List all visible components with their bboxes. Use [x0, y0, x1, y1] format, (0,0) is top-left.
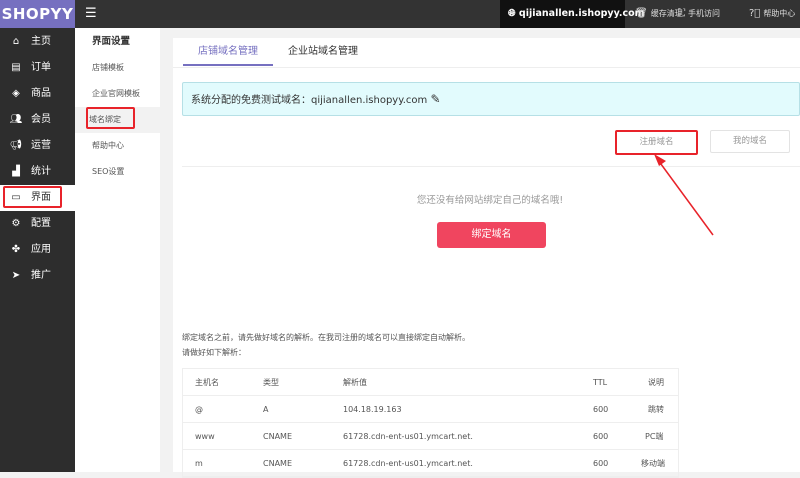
top-bar: ☰ 🌐︎ qijianallen.ishopyy.com 🗑︎ 缓存清理 ⛶ 手机访… [75, 0, 800, 28]
submenu: 界面设置 店铺模板 企业官网模板 域名绑定 帮助中心 SEO设置 [75, 28, 160, 472]
tab-divider [173, 67, 800, 68]
mobile-visit-button[interactable]: ⛶ 手机访问 [678, 0, 720, 28]
free-domain-info: 系统分配的免费测试域名：qijianallen.ishopyy.com ✎ [182, 82, 800, 116]
note-text: 绑定域名之前，请先做好域名的解析。在我司注册的域名可以直接绑定自动解析。 [182, 333, 470, 342]
chart-icon: ▟ [12, 166, 20, 177]
store-domain-link[interactable]: 🌐︎ qijianallen.ishopyy.com [500, 0, 645, 28]
submenu-title: 界面设置 [92, 36, 131, 47]
bind-domain-button[interactable]: 绑定域名 [437, 222, 546, 248]
mobile-scan-icon: ⛶ [678, 8, 685, 19]
sidebar-item-config[interactable]: ⚙ 配置 [0, 211, 75, 237]
table-header: 主机名 类型 解析值 TTL 说明 [183, 369, 678, 396]
sidebar-item-apps[interactable]: ✤ 应用 [0, 237, 75, 263]
table-row: m CNAME 61728.cdn-ent-us01.ymcart.net. 600 移… [183, 450, 678, 477]
edit-icon[interactable]: ✎ [430, 92, 440, 106]
submenu-item-corporate-template[interactable]: 企业官网模板 [75, 81, 160, 107]
my-domains-button[interactable]: 我的域名 [710, 130, 790, 153]
note-text: 请做好如下解析： [182, 348, 246, 357]
help-circle-icon: ?⃝ [749, 8, 761, 19]
sidebar: ⌂ 主页 ▤ 订单 ◈ 商品 👥︎ 会员 📢︎ 运营 ▟ 统计 ▭ 界面 ⚙ 配置 ✤ 应用 ➤ 推… [0, 28, 75, 472]
sidebar-item-operations[interactable]: 📢︎ 运营 [0, 133, 75, 159]
table-row: www CNAME 61728.cdn-ent-us01.ymcart.net. 60… [183, 423, 678, 450]
hamburger-menu-icon[interactable]: ☰ [85, 6, 99, 22]
help-center-button[interactable]: ?⃝ 帮助中心 [749, 0, 795, 28]
submenu-item-store-template[interactable]: 店铺模板 [75, 55, 160, 81]
table-row: @ A 104.18.19.163 600 跳转 [183, 396, 678, 423]
sidebar-item-home[interactable]: ⌂ 主页 [0, 29, 75, 55]
sidebar-item-orders[interactable]: ▤ 订单 [0, 55, 75, 81]
send-icon: ➤ [11, 270, 21, 281]
submenu-item-seo[interactable]: SEO设置 [75, 159, 160, 185]
trash-icon: 🗑︎ [635, 8, 648, 19]
empty-state-text: 您还没有给网站绑定自己的域名哦! [416, 195, 564, 206]
megaphone-icon: 📢︎ [9, 140, 23, 151]
dns-table: 主机名 类型 解析值 TTL 说明 @ A 104.18.19.163 600 跳转 www CN… [182, 368, 679, 478]
cache-clear-button[interactable]: 🗑︎ 缓存清理 [635, 0, 683, 28]
sidebar-item-stats[interactable]: ▟ 统计 [0, 159, 75, 185]
globe-icon: 🌐︎ [508, 8, 519, 19]
logo[interactable]: SHOPYY [0, 0, 75, 28]
tab-store-domain[interactable]: 店铺域名管理 [183, 38, 273, 66]
box-icon: ◈ [12, 88, 20, 99]
tab-corporate-domain[interactable]: 企业站域名管理 [288, 38, 358, 66]
register-domain-button[interactable]: 注册域名 [615, 130, 698, 155]
highlight-box [86, 107, 135, 129]
highlight-box [3, 186, 62, 208]
submenu-item-help[interactable]: 帮助中心 [75, 133, 160, 159]
order-icon: ▤ [11, 62, 21, 73]
gear-icon: ⚙ [11, 218, 21, 229]
main-panel: 店铺域名管理 企业站域名管理 系统分配的免费测试域名：qijianallen.i… [173, 38, 800, 478]
puzzle-icon: ✤ [11, 244, 21, 255]
sidebar-item-products[interactable]: ◈ 商品 [0, 81, 75, 107]
divider [182, 166, 800, 167]
home-icon: ⌂ [12, 36, 20, 47]
sidebar-item-members[interactable]: 👥︎ 会员 [0, 107, 75, 133]
users-icon: 👥︎ [9, 114, 23, 125]
sidebar-item-promotion[interactable]: ➤ 推广 [0, 263, 75, 289]
